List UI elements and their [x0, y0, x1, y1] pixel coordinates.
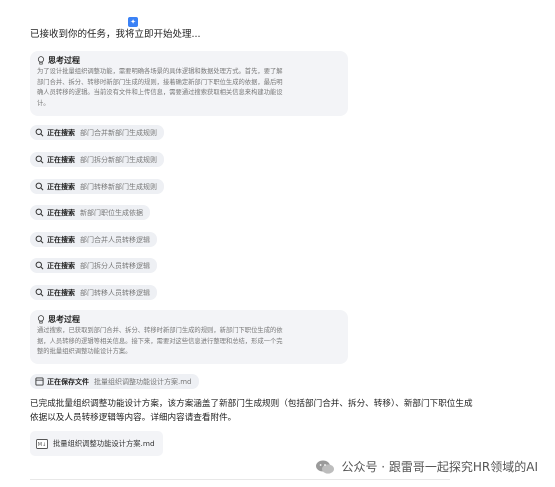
search-step-3[interactable]: 正在搜索 部门转移新部门生成规则	[30, 179, 164, 194]
search-query: 部门合并新部门生成规则	[80, 128, 157, 137]
svg-text:M↓: M↓	[38, 442, 47, 448]
file-name: 批量组织调整功能设计方案.md	[53, 438, 155, 448]
thinking-line: 计。	[37, 99, 50, 107]
thinking-line: 整的批量组织调整功能设计方案。	[37, 348, 132, 355]
save-filename: 批量组织调整功能设计方案.md	[94, 377, 192, 386]
search-icon	[35, 288, 44, 297]
search-status-label: 正在搜索	[47, 182, 75, 191]
thinking-text: 为了设计批量组织调整功能，需要明确各场景的具体逻辑和数据处理方式。首先，要了解 …	[37, 67, 341, 109]
search-step-1[interactable]: 正在搜索 部门合并新部门生成规则	[30, 125, 164, 140]
search-status-label: 正在搜索	[47, 208, 75, 217]
wechat-icon	[316, 460, 335, 474]
search-status-label: 正在搜索	[47, 128, 75, 137]
markdown-file-icon: M↓	[36, 438, 48, 449]
thinking-block-1[interactable]: 思考过程 为了设计批量组织调整功能，需要明确各场景的具体逻辑和数据处理方式。首先…	[30, 51, 348, 116]
search-icon	[35, 128, 44, 137]
search-icon	[35, 155, 44, 164]
thinking-text: 通过搜索，已获取到部门合并、拆分、转移时新部门生成的规则，新部门下职位生成的依 …	[37, 326, 341, 358]
search-step-2[interactable]: 正在搜索 部门拆分新部门生成规则	[30, 152, 164, 167]
chat-page: ✦ 已接收到你的任务，我将立即开始处理... 思考过程 为了设计批量组织调整功能…	[0, 0, 555, 487]
search-step-7[interactable]: 正在搜索 部门转移人员转移逻辑	[30, 285, 157, 300]
search-status-label: 正在搜索	[47, 261, 75, 270]
save-status-label: 正在保存文件	[47, 377, 89, 386]
search-step-6[interactable]: 正在搜索 部门拆分人员转移逻辑	[30, 258, 157, 273]
lightbulb-icon	[37, 56, 45, 65]
thinking-line: 据，人员转移的逻辑等相关信息。接下来，需要对这些信息进行整理和总结，形成一个完	[37, 337, 283, 345]
thinking-header: 思考过程	[37, 314, 341, 325]
file-attachment-card[interactable]: M↓ 批量组织调整功能设计方案.md	[30, 431, 163, 456]
search-step-5[interactable]: 正在搜索 部门合并人员转移逻辑	[30, 232, 157, 247]
search-step-4[interactable]: 正在搜索 新部门职位生成依据	[30, 205, 150, 220]
watermark: 公众号 · 跟雷哥一起探究HR领域的AI	[315, 458, 538, 475]
search-query: 部门转移新部门生成规则	[80, 182, 157, 191]
search-icon	[35, 261, 44, 270]
search-icon	[35, 182, 44, 191]
thinking-title: 思考过程	[48, 56, 80, 65]
search-status-label: 正在搜索	[47, 235, 75, 244]
summary-message: 已完成批量组织调整功能设计方案，该方案涵盖了新部门生成规则（包括部门合并、拆分、…	[30, 399, 473, 423]
intro-message: 已接收到你的任务，我将立即开始处理...	[30, 29, 201, 40]
search-query: 部门拆分人员转移逻辑	[80, 261, 150, 270]
lightbulb-icon	[37, 315, 45, 324]
save-file-step[interactable]: 正在保存文件 批量组织调整功能设计方案.md	[30, 374, 199, 389]
thinking-line: 为了设计批量组织调整功能，需要明确各场景的具体逻辑和数据处理方式。首先，要了解	[37, 68, 283, 75]
search-query: 新部门职位生成依据	[80, 208, 143, 217]
search-query: 部门转移人员转移逻辑	[80, 288, 150, 297]
search-query: 部门拆分新部门生成规则	[80, 155, 157, 164]
thinking-block-2[interactable]: 思考过程 通过搜索，已获取到部门合并、拆分、转移时新部门生成的规则，新部门下职位…	[30, 310, 348, 364]
search-query: 部门合并人员转移逻辑	[80, 235, 150, 244]
search-icon	[35, 208, 44, 217]
thinking-title: 思考过程	[48, 315, 80, 324]
search-status-label: 正在搜索	[47, 155, 75, 164]
search-status-label: 正在搜索	[47, 288, 75, 297]
save-file-icon	[35, 377, 44, 386]
thinking-line: 通过搜索，已获取到部门合并、拆分、转移时新部门生成的规则，新部门下职位生成的依	[37, 327, 283, 334]
thinking-header: 思考过程	[37, 55, 341, 66]
divider	[30, 479, 450, 480]
thinking-line: 确人员转移的逻辑。当前没有文件和上传信息，需要通过搜索获取相关信息来构建功能设	[37, 89, 283, 96]
thinking-line: 部门合并、拆分、转移时新部门生成的规则，接着确定新部门下职位生成的依据，最后明	[37, 78, 283, 86]
watermark-text: 公众号 · 跟雷哥一起探究HR领域的AI	[341, 460, 538, 474]
search-icon	[35, 235, 44, 244]
